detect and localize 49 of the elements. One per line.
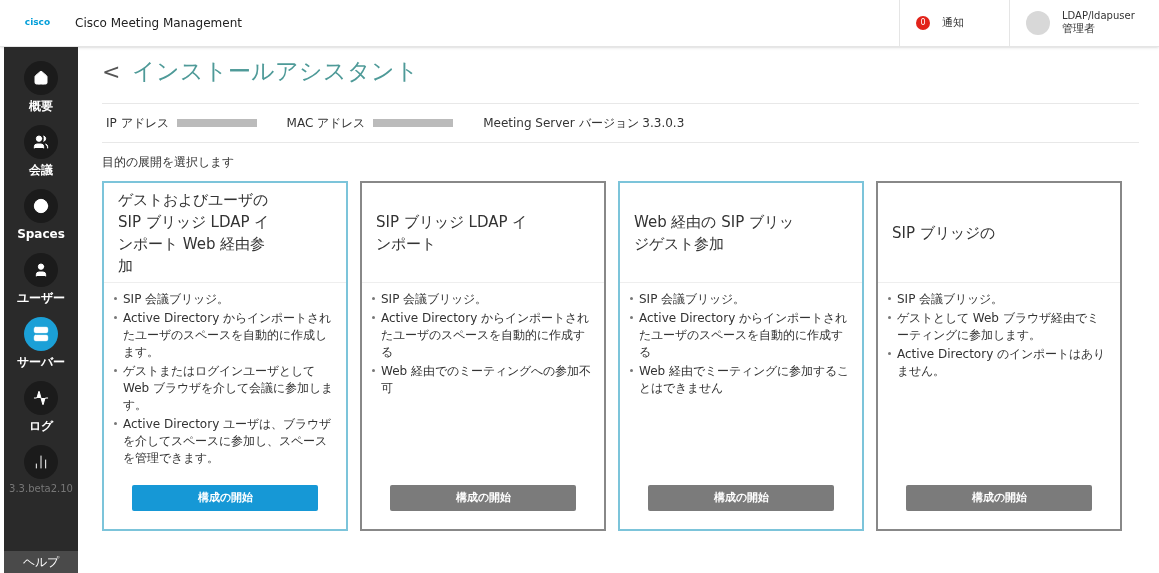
card-title: SIP ブリッジの — [892, 222, 996, 244]
group-icon[interactable] — [24, 125, 58, 159]
feature-text: Active Directory からインポートされたユーザのスペースを自動的に作成する — [639, 310, 849, 361]
deployment-card[interactable]: SIP ブリッジの SIP 会議ブリッジ。 ゲストとして Web ブラウザ経由でミーティングに参加します。 Active Directory のインポートはありません。 構成の開始 — [876, 181, 1122, 531]
app-title: Cisco Meeting Management — [75, 15, 242, 32]
help-link[interactable]: ヘルプ — [4, 551, 78, 573]
prompt-text: 目的の展開を選択します — [102, 154, 235, 171]
start-configuration-button[interactable]: 構成の開始 — [390, 485, 576, 511]
nav-label[interactable]: 会議 — [29, 161, 53, 179]
deployment-card[interactable]: Web 経由の SIP ブリッジゲスト参加 SIP 会議ブリッジ。 Active Directory からインポートされたユーザのスペースを自動的に作成する Web 経由でミーティングに参加することはできません 構成の開始 — [618, 181, 864, 531]
info-label: MAC アドレス — [286, 115, 366, 132]
feature-text: Active Directory のインポートはありません。 — [897, 346, 1107, 380]
back-button[interactable]: < — [102, 54, 121, 88]
feature-text: Active Directory からインポートされたユーザのスペースを自動的に作成する — [381, 310, 591, 361]
feature-text: SIP 会議ブリッジ。 — [123, 291, 230, 308]
home-icon[interactable] — [24, 61, 58, 95]
user-icon[interactable] — [24, 253, 58, 287]
start-configuration-button[interactable]: 構成の開始 — [648, 485, 834, 511]
feature-text: Web 経由でのミーティングへの参加不可 — [381, 363, 592, 397]
user-name: LDAP/ldapuser — [1062, 9, 1135, 23]
nav-label[interactable]: サーバー — [17, 353, 65, 371]
card-title: Web 経由の SIP ブリッジゲスト参加 — [634, 211, 794, 255]
feature-text: ゲストまたはログインユーザとして Web ブラウザを介して会議に参加します。 — [123, 363, 334, 414]
start-configuration-button[interactable]: 構成の開始 — [906, 485, 1092, 511]
feature-text: Active Directory ユーザは、ブラウザを介してスペースに参加し、スペースを管理できます。 — [123, 416, 333, 467]
feature-text: SIP 会議ブリッジ。 — [381, 291, 488, 308]
page-title: インストールアシスタント — [132, 56, 420, 86]
feature-text: Web 経由でミーティングに参加することはできません — [639, 363, 850, 397]
nav-label[interactable]: 概要 — [29, 97, 53, 115]
logo: cisco — [24, 16, 51, 30]
deployment-card[interactable]: ゲストおよびユーザの SIP ブリッジ LDAP インポート Web 経由参加 SIP 会議ブリッジ。 Active Directory からインポートされたユーザのスペースを自動的に作成します。 ゲストまたはログインユーザとして Web ブラウザを介して会議に参加します。 Active Directory ユーザは、ブラウザを介してスペースに参加し、スペースを管理できます。 構成の開始 — [102, 181, 348, 531]
deployment-card[interactable]: SIP ブリッジ LDAP インポート SIP 会議ブリッジ。 Active Directory からインポートされたユーザのスペースを自動的に作成する Web 経由でのミーティングへの参加不可 構成の開始 — [360, 181, 606, 531]
nav-label[interactable]: ログ — [29, 417, 53, 435]
info-label: Meeting Server バージョン 3.3.0.3 — [483, 115, 685, 132]
feature-text: Active Directory からインポートされたユーザのスペースを自動的に作成します。 — [123, 310, 333, 361]
feature-text: ゲストとして Web ブラウザ経由でミーティングに参加します。 — [897, 310, 1100, 344]
feature-text: SIP 会議ブリッジ。 — [639, 291, 746, 308]
pulse-icon[interactable] — [24, 381, 58, 415]
server-icon[interactable] — [24, 317, 58, 351]
notifications-link[interactable]: 通知 — [942, 14, 964, 32]
feature-text: SIP 会議ブリッジ。 — [897, 291, 1004, 308]
card-title: ゲストおよびユーザの SIP ブリッジ LDAP インポート Web 経由参加 — [118, 189, 271, 277]
nav-label[interactable]: ユーザー — [17, 289, 65, 307]
card-title: SIP ブリッジ LDAP インポート — [376, 211, 529, 255]
user-role: 管理者 — [1062, 22, 1096, 37]
bar-chart-icon[interactable] — [24, 445, 58, 479]
info-label: IP アドレス — [106, 115, 169, 132]
nav-label[interactable]: Spaces — [17, 225, 65, 243]
notification-count-badge: 0 — [916, 16, 930, 30]
